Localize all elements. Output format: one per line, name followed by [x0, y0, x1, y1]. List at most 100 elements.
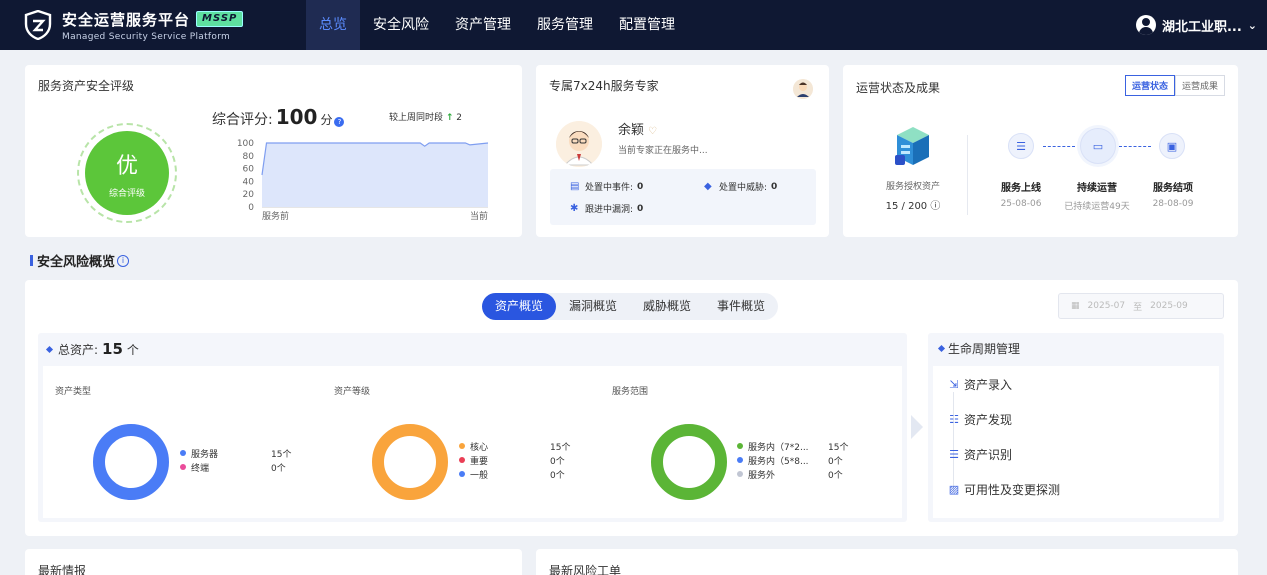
tab-event-overview[interactable]: 事件概览	[704, 293, 778, 320]
stat-vulns-label: 跟进中漏洞:	[585, 205, 634, 215]
folder-check-icon: ▣	[1159, 133, 1185, 159]
legend-name: 终端	[191, 463, 210, 474]
legend-item[interactable]: 核心 15个	[459, 439, 570, 453]
total-label: 总资产:	[58, 342, 99, 357]
shield-logo-icon	[24, 10, 52, 40]
app-subtitle: Managed Security Service Platform	[62, 31, 231, 42]
legend-dot	[737, 471, 743, 477]
compare-text: 较上周同时段 ↑ 2	[389, 110, 462, 123]
tab-ops-results[interactable]: 运营成果	[1174, 75, 1225, 96]
stat-threats[interactable]: ◆ 处置中威胁: 0	[704, 180, 777, 193]
lifecycle-title: 生命周期管理	[948, 342, 1021, 356]
legend-dot	[737, 457, 743, 463]
lifecycle-item-identify[interactable]: ☰ 资产识别	[948, 446, 1012, 463]
y-tick-label: 0	[248, 203, 254, 213]
donut-slice[interactable]	[372, 424, 448, 500]
tab-ops-status[interactable]: 运营状态	[1124, 75, 1175, 96]
nav-overview[interactable]: 总览	[306, 0, 360, 50]
lifecycle-item-entry[interactable]: ⇲ 资产录入	[948, 376, 1012, 393]
tab-threat-overview[interactable]: 威胁概览	[630, 293, 704, 320]
legend-item[interactable]: 一般 0个	[459, 467, 570, 481]
asset-type-legend: 服务器 15个 终端 0个	[180, 446, 291, 474]
chevron-down-icon: ⌄	[1247, 18, 1257, 32]
help-icon[interactable]: ?	[334, 117, 345, 127]
score-value: 100	[275, 105, 318, 129]
asset-count-value: 15 / 200	[885, 201, 928, 212]
pulse-icon: ▨	[948, 482, 960, 496]
bug-icon: ✱	[570, 202, 579, 214]
total-assets: 总资产: 15 个	[45, 340, 139, 358]
nav-service-management[interactable]: 服务管理	[524, 0, 606, 50]
stat-events[interactable]: ▤ 处置中事件: 0	[570, 180, 643, 193]
diamond-icon	[937, 344, 946, 353]
legend-name: 服务内（7*2...	[748, 442, 809, 453]
expert-card: 专属7x24h服务专家 余颖 ♡ 当前专家正在服务中... ▤ 处置中事件: 0 ◆…	[536, 65, 829, 237]
legend-item[interactable]: 重要 0个	[459, 453, 570, 467]
grade-badge: 优 综合评级	[77, 123, 177, 223]
step-title: 服务结项	[1153, 183, 1193, 194]
step-date: 25-08-06	[1000, 199, 1042, 209]
legend-item[interactable]: 服务内（7*2... 15个	[737, 439, 848, 453]
top-navbar: 安全运营服务平台 MSSP Managed Security Service Pl…	[0, 0, 1267, 50]
info-icon[interactable]: ⓘ	[930, 201, 940, 212]
expert-status: 当前专家正在服务中...	[618, 146, 708, 156]
stat-events-value: 0	[637, 181, 644, 192]
step-title: 持续运营	[1077, 183, 1117, 194]
score-label: 综合评分:	[212, 112, 273, 128]
user-menu[interactable]: 湖北工业职... ⌄	[1135, 0, 1257, 50]
arrow-right-icon	[911, 415, 923, 439]
ops-title: 运营状态及成果	[856, 81, 941, 95]
info-icon[interactable]: i	[117, 254, 130, 267]
intel-title: 最新情报	[38, 564, 87, 575]
app-logo[interactable]: 安全运营服务平台 MSSP Managed Security Service Pl…	[24, 9, 306, 42]
legend-value: 15个	[828, 442, 849, 453]
total-value: 15	[102, 340, 123, 358]
step-connector	[1119, 146, 1151, 147]
date-to: 2025-09	[1150, 301, 1188, 311]
legend-dot	[459, 443, 465, 449]
monitor-icon: ▭	[1080, 128, 1116, 164]
divider	[967, 135, 968, 215]
stat-threats-label: 处置中威胁:	[719, 183, 768, 193]
legend-value: 0个	[271, 463, 286, 474]
nav-security-risk[interactable]: 安全风险	[360, 0, 442, 50]
section-marker	[30, 255, 33, 266]
lifecycle-item-discovery[interactable]: ☷ 资产发现	[948, 411, 1012, 428]
ops-card: 运营状态及成果 运营状态 运营成果 服务授权资产 15 / 200 ⓘ ☰ ▭ …	[843, 65, 1238, 237]
legend-value: 0个	[550, 470, 565, 481]
expert-small-avatar-icon[interactable]	[793, 79, 813, 99]
heart-icon: ♡	[648, 126, 657, 137]
legend-item[interactable]: 服务外 0个	[737, 467, 848, 481]
legend-dot	[459, 471, 465, 477]
donut-slice[interactable]	[651, 424, 727, 500]
nav-config-management[interactable]: 配置管理	[606, 0, 688, 50]
y-tick-label: 100	[237, 139, 254, 149]
stat-vulns-value: 0	[637, 203, 644, 214]
mssp-badge: MSSP	[196, 11, 244, 27]
legend-value: 0个	[550, 456, 565, 467]
tab-asset-overview[interactable]: 资产概览	[482, 293, 557, 320]
stat-vulns[interactable]: ✱ 跟进中漏洞: 0	[570, 202, 643, 215]
legend-item[interactable]: 服务内（5*8... 0个	[737, 453, 848, 467]
risk-tickets-title: 最新风险工单	[549, 564, 622, 575]
y-tick-label: 20	[243, 190, 255, 200]
date-range-picker[interactable]: ▦ 2025-07 至 2025-09	[1058, 293, 1224, 319]
date-sep: 至	[1133, 302, 1143, 313]
legend-dot	[459, 457, 465, 463]
score-line: 综合评分: 100 分 ?	[212, 105, 345, 129]
lifecycle-item-detect[interactable]: ▨ 可用性及变更探测	[948, 481, 1060, 498]
donut-slice[interactable]	[93, 424, 169, 500]
tab-vuln-overview[interactable]: 漏洞概览	[556, 293, 630, 320]
database-icon: ☰	[949, 447, 959, 461]
risk-section-header: 安全风险概览 i	[30, 251, 130, 270]
legend-item[interactable]: 服务器 15个	[180, 446, 291, 460]
nav-asset-management[interactable]: 资产管理	[442, 0, 524, 50]
asset-type-donut	[93, 424, 169, 500]
legend-name: 服务内（5*8...	[748, 456, 809, 467]
legend-item[interactable]: 终端 0个	[180, 460, 291, 474]
user-name: 湖北工业职...	[1161, 19, 1242, 35]
y-tick-label: 60	[243, 165, 255, 175]
legend-name: 服务器	[191, 449, 219, 460]
x-tick-label: 当前	[470, 210, 488, 222]
app-title: 安全运营服务平台	[62, 10, 191, 29]
